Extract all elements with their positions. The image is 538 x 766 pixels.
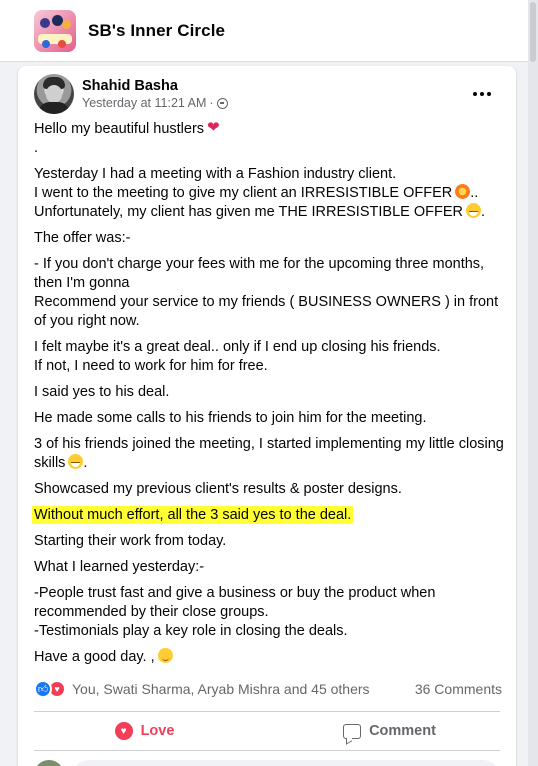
- love-button-label: Love: [140, 723, 175, 739]
- post-paragraph: I felt maybe it's a great deal.. only if…: [34, 339, 441, 374]
- comments-count[interactable]: 36 Comments: [415, 681, 502, 697]
- post-body: Hello my beautiful hustlers . Yesterday …: [32, 118, 504, 674]
- post-line: He made some calls to his friends to joi…: [34, 410, 427, 426]
- commenter-avatar[interactable]: [34, 760, 64, 766]
- scrollbar-thumb[interactable]: [530, 2, 536, 62]
- time-separator: ·: [209, 95, 214, 110]
- comment-icon: [343, 723, 362, 739]
- love-button[interactable]: ♥ Love: [22, 716, 267, 746]
- more-options-icon[interactable]: [470, 84, 494, 104]
- post-line: 3 of his friends joined the meeting, I s…: [34, 436, 504, 471]
- comment-button-label: Comment: [369, 723, 436, 739]
- author-name[interactable]: Shahid Basha: [82, 77, 228, 95]
- smiling-emoji-icon: [157, 648, 173, 663]
- post-line: .: [34, 140, 39, 156]
- highlighted-text: Without much effort, all the 3 said yes …: [32, 506, 354, 524]
- group-title[interactable]: SB's Inner Circle: [88, 21, 225, 41]
- post-line: I said yes to his deal.: [34, 384, 170, 400]
- post-paragraph: - If you don't charge your fees with me …: [34, 256, 499, 329]
- grinning-emoji-icon: [68, 454, 84, 469]
- post-line: What I learned yesterday:-: [34, 559, 205, 575]
- post-line: Starting their work from today.: [34, 533, 227, 549]
- comment-input[interactable]: [72, 760, 500, 766]
- post-time-row: Yesterday at 11:21 AM ·: [82, 95, 228, 112]
- author-avatar[interactable]: [34, 74, 74, 114]
- group-header: SB's Inner Circle: [0, 0, 528, 62]
- like-reaction-icon[interactable]: 👍︎: [34, 680, 52, 698]
- reactions-names[interactable]: You, Swati Sharma, Aryab Mishra and 45 o…: [72, 681, 370, 697]
- red-heart-emoji-icon: [207, 118, 222, 137]
- audience-icon[interactable]: [216, 97, 228, 109]
- reactions-summary: 👍︎ ♥ You, Swati Sharma, Aryab Mishra and…: [34, 678, 502, 700]
- post-line: The offer was:-: [34, 230, 131, 246]
- comment-button[interactable]: Comment: [267, 716, 512, 746]
- post-actions: ♥ Love Comment: [22, 716, 512, 746]
- scrollbar[interactable]: [528, 0, 538, 766]
- collision-emoji-icon: [455, 184, 471, 199]
- post-header: Shahid Basha Yesterday at 11:21 AM ·: [34, 72, 500, 116]
- post-timestamp[interactable]: Yesterday at 11:21 AM: [82, 95, 206, 112]
- post-line: Have a good day. ,: [34, 648, 504, 667]
- post-paragraph: -People trust fast and give a business o…: [34, 585, 436, 639]
- divider: [34, 711, 500, 712]
- love-icon: ♥: [114, 722, 133, 740]
- divider: [34, 750, 500, 751]
- post-paragraph: Yesterday I had a meeting with a Fashion…: [34, 166, 485, 220]
- group-avatar[interactable]: [34, 9, 76, 52]
- post-line-highlighted: Without much effort, all the 3 said yes …: [32, 506, 504, 525]
- post-line: Showcased my previous client's results &…: [34, 481, 402, 497]
- post-meta: Shahid Basha Yesterday at 11:21 AM ·: [82, 77, 228, 112]
- post-line: Hello my beautiful hustlers: [34, 118, 504, 139]
- grinning-emoji-icon: [465, 203, 481, 218]
- post-card: Shahid Basha Yesterday at 11:21 AM · Hel…: [18, 66, 516, 766]
